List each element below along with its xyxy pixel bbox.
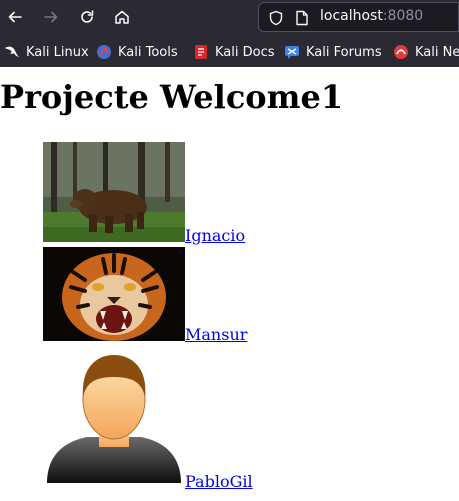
home-button[interactable] xyxy=(108,3,136,31)
bookmark-label: Kali Ne xyxy=(415,44,459,60)
bookmark-label: Kali Docs xyxy=(215,44,275,60)
url-port: :8080 xyxy=(382,8,424,24)
tiger-photo[interactable] xyxy=(43,247,185,341)
bookmark-label: Kali Forums xyxy=(306,44,382,60)
bookmarks-toolbar: Kali Linux Kali Tools Kali Docs Kali For… xyxy=(0,35,459,67)
kali-nethunter-icon xyxy=(393,44,409,60)
forward-button[interactable] xyxy=(37,3,65,31)
kali-tools-icon xyxy=(96,44,112,60)
back-icon xyxy=(8,11,22,23)
page-title: Projecte Welcome1 xyxy=(0,78,344,116)
url-bar[interactable]: localhost:8080 xyxy=(258,2,459,32)
person-link-mansur[interactable]: Mansur xyxy=(185,325,247,344)
home-icon xyxy=(115,10,129,24)
bookmark-label: Kali Tools xyxy=(118,44,178,60)
bookmark-kali-docs[interactable]: Kali Docs xyxy=(193,43,275,61)
browser-toolbar: localhost:8080 xyxy=(0,0,459,35)
kali-docs-icon xyxy=(193,44,209,60)
url-host: localhost xyxy=(320,8,383,24)
bookmark-kali-nethunter[interactable]: Kali Ne xyxy=(393,43,459,61)
forward-icon xyxy=(44,11,58,23)
bookmark-kali-forums[interactable]: Kali Forums xyxy=(284,43,382,61)
avatar-placeholder[interactable] xyxy=(43,349,185,489)
shield-icon[interactable] xyxy=(268,10,284,26)
person-link-pablogil[interactable]: PabloGil xyxy=(185,472,253,491)
reload-button[interactable] xyxy=(73,3,101,31)
bookmark-kali-tools[interactable]: Kali Tools xyxy=(96,43,178,61)
bookmark-kali-linux[interactable]: Kali Linux xyxy=(4,43,89,61)
reload-icon xyxy=(81,10,94,23)
kali-forums-icon xyxy=(284,44,300,60)
page-icon[interactable] xyxy=(295,10,309,26)
brown-bear-photo[interactable] xyxy=(43,142,185,242)
back-button[interactable] xyxy=(1,3,29,31)
person-link-ignacio[interactable]: Ignacio xyxy=(185,226,245,245)
kali-dragon-icon xyxy=(4,44,20,60)
url-text[interactable]: localhost:8080 xyxy=(320,8,423,24)
bookmark-label: Kali Linux xyxy=(26,44,89,60)
